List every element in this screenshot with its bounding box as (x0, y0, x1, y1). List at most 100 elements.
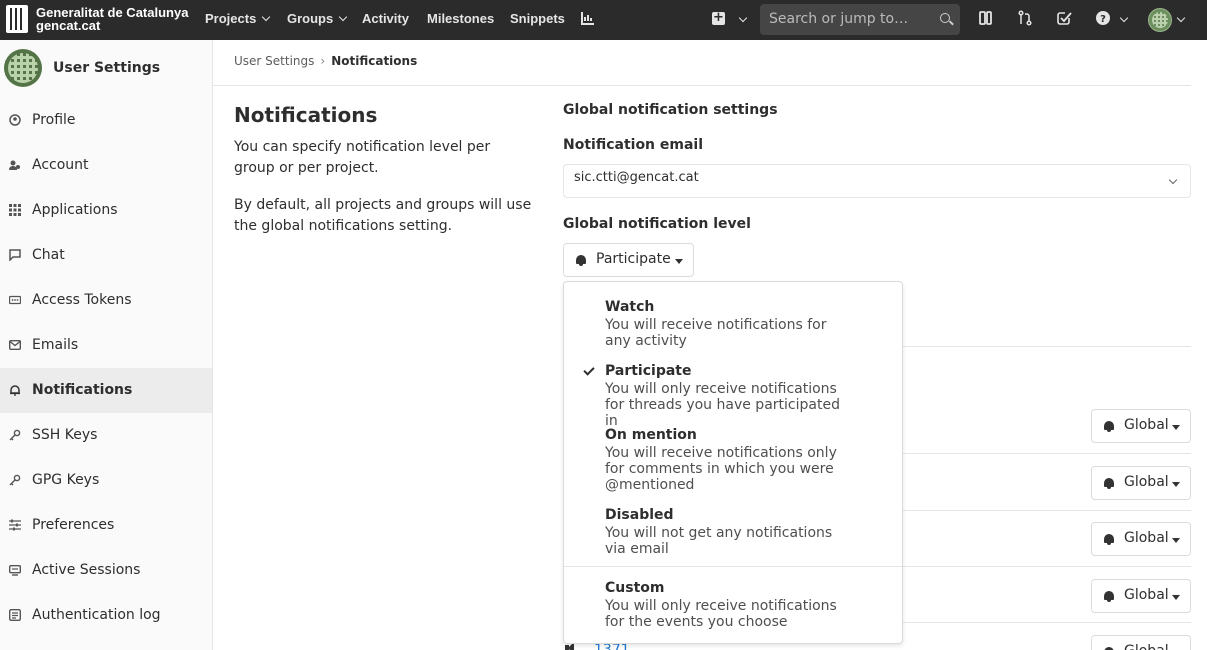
sidebar-item-label: Emails (32, 337, 79, 353)
menu-option-custom[interactable]: Custom You will only receive notificatio… (564, 580, 902, 630)
sidebar-item-emails[interactable]: Emails (0, 323, 212, 368)
search-placeholder: Search or jump to… (769, 11, 909, 27)
sidebar-item-access-tokens[interactable]: Access Tokens (0, 278, 212, 323)
user-avatar (1148, 8, 1172, 32)
search-icon (940, 13, 950, 23)
menu-option-disabled[interactable]: Disabled You will not get any notificati… (564, 507, 902, 557)
applications-icon (9, 204, 21, 216)
sidebar-item-label: GPG Keys (32, 472, 100, 488)
menu-option-on-mention[interactable]: On mention You will receive notification… (564, 427, 902, 493)
sidebar-title: User Settings (53, 60, 161, 76)
chat-icon (9, 249, 21, 262)
check-icon (583, 364, 595, 376)
breadcrumb: User Settings › Notifications (234, 54, 417, 68)
caret-down-icon (1172, 425, 1180, 430)
sidebar-item-label: Authentication log (32, 607, 161, 623)
notification-level-label: Global (1124, 530, 1169, 546)
key-icon (9, 474, 21, 486)
chevron-down-icon (1168, 175, 1178, 185)
notification-level-menu: Watch You will receive notifications for… (563, 281, 903, 644)
bell-icon (1103, 646, 1115, 650)
gencat-logo-icon (6, 5, 28, 33)
sidebar-panel-icon[interactable] (977, 10, 995, 28)
nav-activity-link[interactable]: Activity (362, 0, 409, 40)
global-settings-heading: Global notification settings (563, 102, 778, 118)
help-icon: ? (1094, 10, 1112, 28)
global-level-value: Participate (596, 251, 671, 267)
chart-icon[interactable] (579, 10, 597, 28)
sidebar-item-label: Profile (32, 112, 76, 128)
sidebar-item-notifications[interactable]: Notifications (0, 368, 212, 413)
sidebar-item-label: Notifications (32, 382, 133, 398)
option-description: You will only receive notifications for … (605, 598, 837, 630)
sidebar-item-ssh-keys[interactable]: SSH Keys (0, 413, 212, 458)
nav-projects-dropdown[interactable]: Projects (205, 0, 271, 40)
page-description: You can specify notification level per g… (234, 139, 491, 176)
sidebar-item-preferences[interactable]: Preferences (0, 503, 212, 548)
group-notification-dropdown[interactable]: Global (1091, 409, 1191, 443)
sessions-icon (8, 564, 22, 576)
svg-text:?: ? (1100, 14, 1106, 25)
profile-icon (9, 114, 21, 126)
option-title: Disabled (605, 507, 674, 523)
plus-icon: + (712, 10, 725, 25)
nav-groups-label: Groups (287, 11, 334, 26)
menu-option-participate[interactable]: Participate You will only receive notifi… (564, 363, 902, 429)
sidebar-item-authentication-log[interactable]: Authentication log (0, 593, 212, 638)
notification-level-label: Global (1124, 587, 1169, 603)
nav-groups-dropdown[interactable]: Groups (287, 0, 348, 40)
log-icon (8, 608, 22, 622)
breadcrumb-current[interactable]: Notifications (331, 54, 417, 68)
breadcrumb-parent-link[interactable]: User Settings (234, 54, 314, 68)
chevron-down-icon (1119, 13, 1129, 23)
bell-icon (1103, 477, 1115, 489)
sidebar-item-active-sessions[interactable]: Active Sessions (0, 548, 212, 593)
project-notification-dropdown[interactable]: Global (1091, 635, 1191, 650)
settings-sidebar: User Settings Profile Account Applicatio… (0, 40, 213, 650)
search-input[interactable]: Search or jump to… (760, 4, 960, 35)
todo-check-icon[interactable] (1055, 10, 1073, 28)
option-title: Participate (605, 363, 692, 379)
account-icon (9, 159, 21, 171)
notification-email-select[interactable]: sic.ctti@gencat.cat (563, 164, 1191, 198)
sidebar-item-chat[interactable]: Chat (0, 233, 212, 278)
token-icon (8, 294, 22, 306)
caret-down-icon (1172, 482, 1180, 487)
sidebar-header[interactable]: User Settings (0, 40, 212, 96)
global-notification-level-dropdown[interactable]: Participate (563, 243, 694, 277)
merge-request-icon[interactable] (1016, 10, 1034, 28)
brand-logo-link[interactable]: Generalitat de Catalunya gencat.cat (6, 5, 188, 33)
option-title: Custom (605, 580, 665, 596)
chevron-down-icon (262, 12, 271, 22)
group-notification-dropdown[interactable]: Global (1091, 466, 1191, 500)
global-level-label: Global notification level (563, 216, 751, 232)
sidebar-item-account[interactable]: Account (0, 143, 212, 188)
menu-option-watch[interactable]: Watch You will receive notifications for… (564, 299, 902, 349)
caret-down-icon (1172, 595, 1180, 600)
nav-milestones-link[interactable]: Milestones (427, 0, 494, 40)
sidebar-item-label: Account (32, 157, 89, 173)
brand-line2: gencat.cat (36, 18, 101, 33)
sidebar-item-profile[interactable]: Profile (0, 98, 212, 143)
bell-icon (1103, 420, 1115, 432)
notification-level-label: Global (1124, 417, 1169, 433)
caret-down-icon (1172, 538, 1180, 543)
group-notification-dropdown[interactable]: Global (1091, 522, 1191, 556)
option-title: Watch (605, 299, 655, 315)
sidebar-item-label: Applications (32, 202, 118, 218)
notification-level-label: Global (1124, 643, 1169, 650)
nav-projects-label: Projects (205, 11, 257, 26)
bell-icon (9, 384, 21, 396)
sidebar-item-label: SSH Keys (32, 427, 98, 443)
notification-level-label: Global (1124, 474, 1169, 490)
bell-icon (575, 254, 587, 266)
notification-email-value: sic.ctti@gencat.cat (574, 170, 699, 185)
bell-icon (1103, 590, 1115, 602)
sidebar-item-applications[interactable]: Applications (0, 188, 212, 233)
sidebar-item-gpg-keys[interactable]: GPG Keys (0, 458, 212, 503)
group-notification-dropdown[interactable]: Global (1091, 579, 1191, 613)
menu-divider (564, 566, 902, 567)
breadcrumb-divider (213, 85, 1191, 86)
nav-snippets-link[interactable]: Snippets (510, 0, 565, 40)
breadcrumb-separator: › (320, 54, 326, 68)
